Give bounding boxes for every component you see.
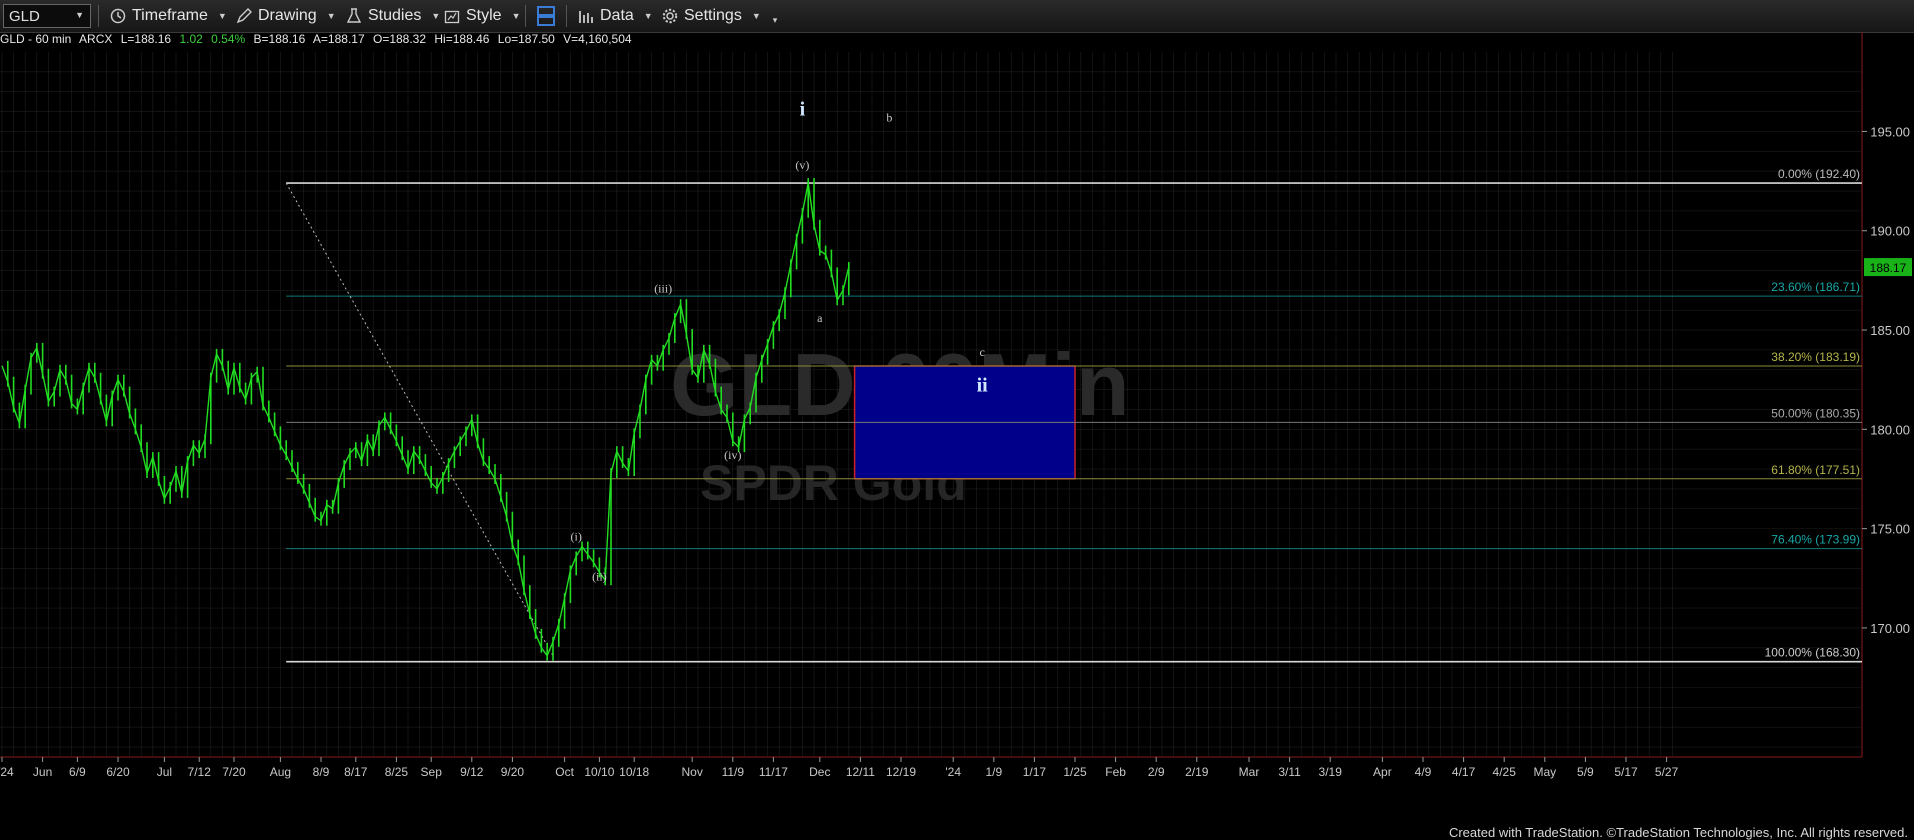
x-axis-tick-label: Dec: [809, 765, 830, 779]
x-axis-tick-label: 8/17: [344, 765, 368, 779]
x-axis-tick-label: Jul: [157, 765, 172, 779]
y-axis-tick-label: 195.00: [1870, 124, 1910, 139]
fibonacci-label: 23.60% (186.71): [1771, 280, 1860, 294]
x-axis-tick-label: 2/9: [1148, 765, 1165, 779]
x-axis-tick-label: Feb: [1105, 765, 1126, 779]
x-axis-tick-label: 6/9: [69, 765, 86, 779]
x-axis-tick-label: May: [1533, 765, 1556, 779]
wave-label: (iii): [654, 281, 672, 295]
x-axis-tick-label: 1/25: [1063, 765, 1087, 779]
x-axis-tick-label: 12/19: [886, 765, 916, 779]
x-axis-tick-label: 7/12: [188, 765, 212, 779]
x-axis-tick-label: Nov: [682, 765, 703, 779]
fibonacci-label: 50.00% (180.35): [1771, 406, 1860, 420]
x-axis-tick-label: 1/9: [985, 765, 1002, 779]
x-axis-tick-label: Apr: [1373, 765, 1392, 779]
x-axis-tick-label: 3/19: [1319, 765, 1343, 779]
y-axis-tick-label: 175.00: [1870, 522, 1910, 537]
wave-label: (iv): [724, 448, 741, 462]
x-axis-tick-label: Aug: [270, 765, 291, 779]
x-axis-tick-label: 4/17: [1452, 765, 1476, 779]
price-chart[interactable]: GLD,60MinSPDR Gold0.00% (192.40)23.60% (…: [0, 0, 1914, 840]
x-axis-tick-label: '24: [945, 765, 961, 779]
x-axis-tick-label: 8/25: [385, 765, 409, 779]
wave-label: (ii): [592, 569, 607, 583]
x-axis-tick-label: 7/20: [222, 765, 246, 779]
x-axis-tick-label: 3/11: [1278, 765, 1301, 779]
fibonacci-label: 0.00% (192.40): [1778, 167, 1860, 181]
x-axis-tick-label: 4/9: [1415, 765, 1432, 779]
x-axis-tick-label: 2/19: [1185, 765, 1209, 779]
x-axis-tick-label: Oct: [555, 765, 574, 779]
fibonacci-label: 61.80% (177.51): [1771, 463, 1860, 477]
wave-label: (i): [571, 530, 582, 544]
x-axis-tick-label: 8/9: [313, 765, 330, 779]
x-axis-tick-label: 10/18: [619, 765, 649, 779]
fibonacci-label: 100.00% (168.30): [1765, 646, 1860, 660]
wave-label: a: [817, 311, 823, 325]
x-axis-tick-label: 5/27: [1655, 765, 1679, 779]
x-axis-tick-label: 6/20: [106, 765, 130, 779]
x-axis-tick-label: 1/17: [1023, 765, 1047, 779]
x-axis-tick-label: 11/17: [759, 765, 788, 779]
x-axis-tick-label: 5/24: [0, 765, 14, 779]
x-axis-tick-label: 5/9: [1577, 765, 1594, 779]
y-axis-tick-label: 180.00: [1870, 422, 1910, 437]
x-axis-tick-label: 10/10: [584, 765, 614, 779]
x-axis-tick-label: 4/25: [1493, 765, 1517, 779]
fibonacci-label: 38.20% (183.19): [1771, 350, 1860, 364]
y-axis-tick-label: 185.00: [1870, 323, 1910, 338]
x-axis-tick-label: 5/17: [1614, 765, 1638, 779]
copyright-footer: Created with TradeStation. ©TradeStation…: [1448, 825, 1908, 840]
wave-label: (v): [795, 158, 809, 172]
x-axis-tick-label: 9/12: [460, 765, 484, 779]
wave-label: ii: [977, 375, 989, 397]
x-axis-tick-label: Mar: [1239, 765, 1260, 779]
x-axis-tick-label: 11/9: [722, 765, 745, 779]
wave-label: i: [800, 99, 806, 121]
x-axis-tick-label: 12/11: [846, 765, 875, 779]
fibonacci-label: 76.40% (173.99): [1771, 533, 1860, 547]
x-axis-tick-label: 9/20: [501, 765, 525, 779]
last-price-tag-label: 188.17: [1870, 261, 1907, 275]
x-axis-tick-label: Sep: [421, 765, 443, 779]
wave-label: c: [980, 345, 985, 359]
y-axis-tick-label: 170.00: [1870, 621, 1910, 636]
y-axis-tick-label: 190.00: [1870, 224, 1910, 239]
wave-label: b: [886, 111, 892, 125]
x-axis-tick-label: Jun: [33, 765, 52, 779]
